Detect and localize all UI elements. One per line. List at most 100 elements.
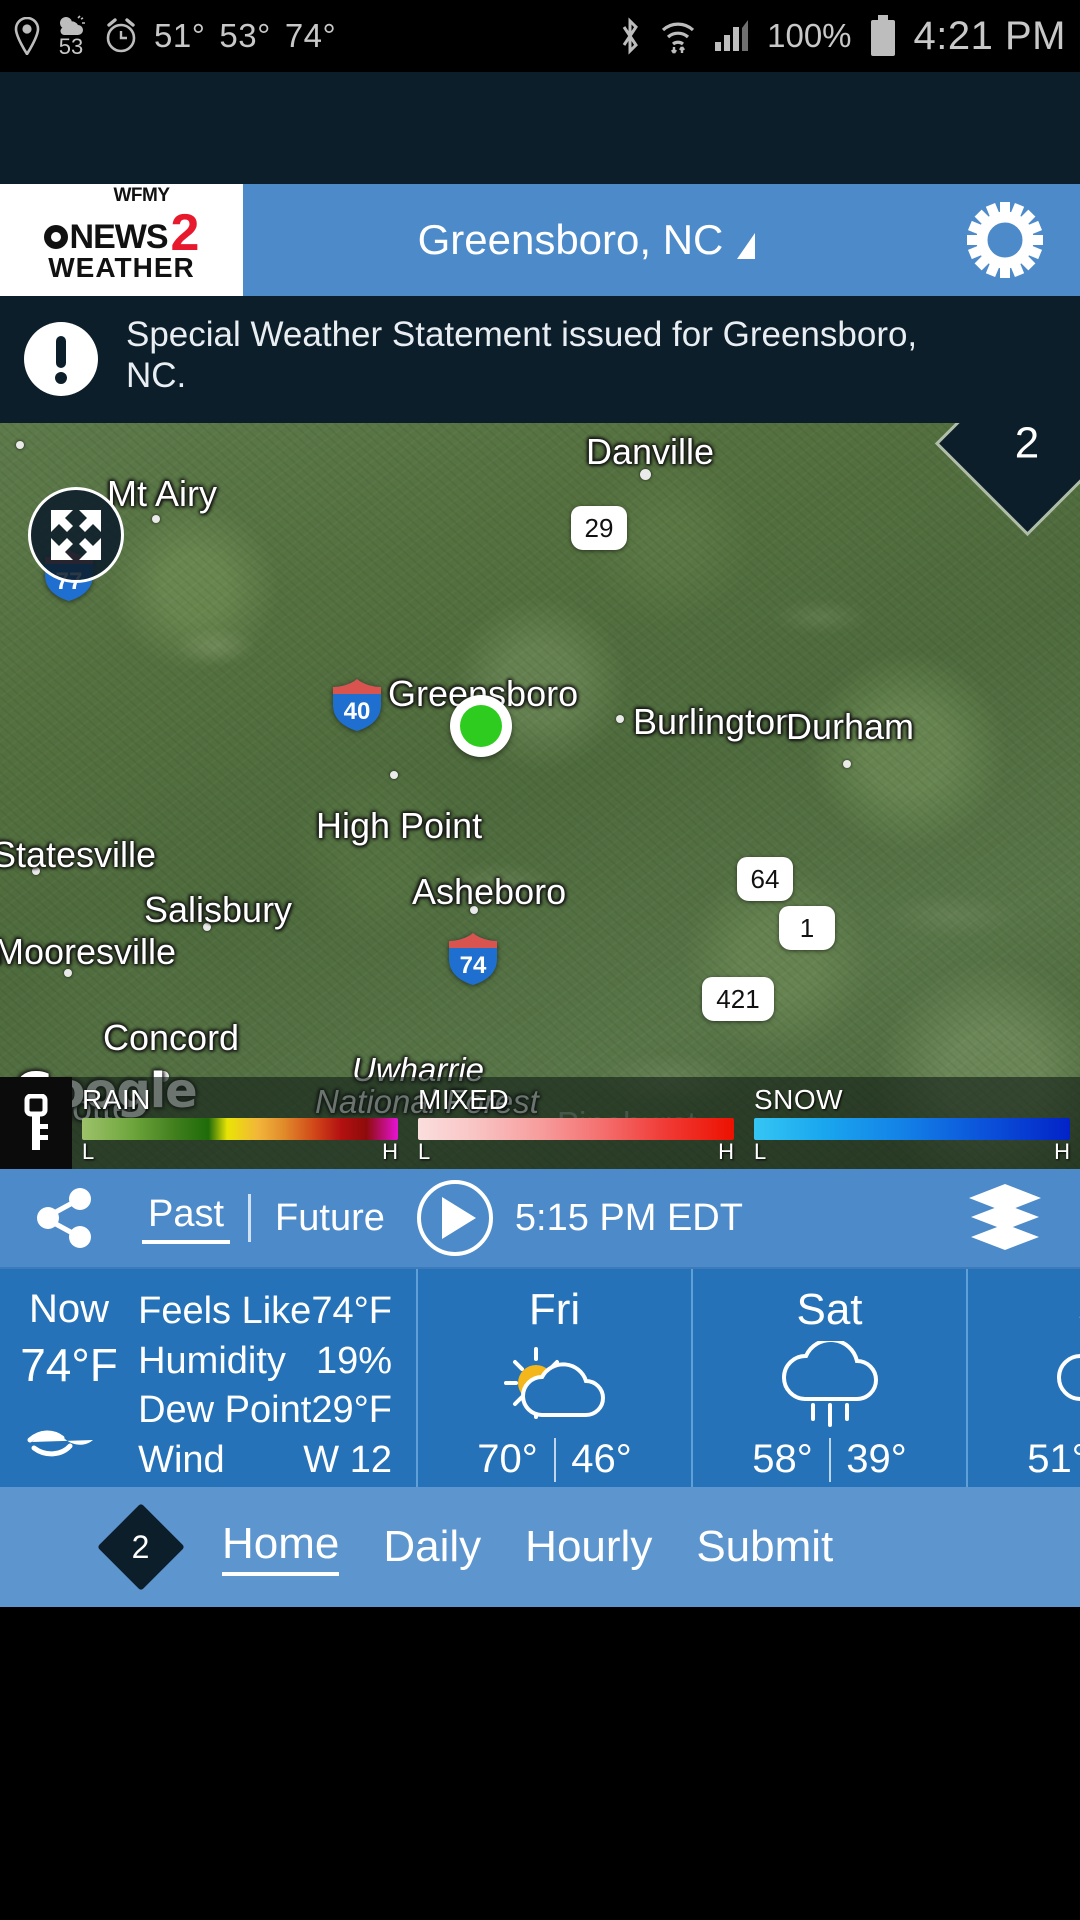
us-route-shield-29: 29 — [571, 506, 627, 550]
legend-scales: RAIN L H MIXED L H SNOW L H — [72, 1081, 1080, 1164]
radar-playback-bar: Past Future 5:15 PM EDT — [0, 1169, 1080, 1269]
nav-item-home[interactable]: Home — [222, 1519, 340, 1576]
map-city-dot — [16, 441, 24, 449]
app-header: WFMY NEWS 2 WEATHER Greensboro, NC — [0, 184, 1080, 296]
chevron-down-icon — [737, 233, 756, 259]
svg-text:74: 74 — [460, 952, 487, 979]
current-conditions-panel[interactable]: Now 74°F Feels Like 74°F Humidity 19% De… — [0, 1269, 1080, 1487]
app-screen: 53 51° 53° 74° 100% 4:21 PM WFMY NEWS 2 … — [0, 0, 1080, 1920]
gear-icon — [967, 202, 1043, 278]
now-label: Now — [29, 1287, 110, 1331]
detail-row: Feels Like 74°F — [138, 1287, 392, 1337]
detail-value: W 12 — [303, 1438, 392, 1481]
forecast-high: 70° — [477, 1437, 538, 1481]
forecast-day-card[interactable]: Fri 70° 46° — [418, 1269, 693, 1487]
nav-badge-value: 2 — [132, 1528, 150, 1565]
android-status-bar: 53 51° 53° 74° 100% 4:21 PM — [0, 0, 1080, 72]
battery-icon — [868, 14, 898, 58]
detail-value: 74°F — [311, 1290, 392, 1332]
forecast-day-card[interactable]: Su 51° — [968, 1269, 1080, 1487]
forecast-high: 51° — [1027, 1437, 1080, 1481]
detail-row: Humidity 19% — [138, 1337, 392, 1387]
alarm-clock-icon — [102, 17, 140, 55]
legend-label: RAIN — [82, 1084, 151, 1116]
legend-high: H — [1054, 1139, 1070, 1165]
map-city-label: Durham — [786, 706, 915, 747]
map-legend: RAIN L H MIXED L H SNOW L H — [0, 1077, 1080, 1169]
forecast-day-name: Sat — [796, 1285, 863, 1334]
cell-signal-icon — [713, 19, 751, 53]
wind-icon — [0, 1426, 138, 1460]
forecast-day-card[interactable]: Sat 58° 39° — [693, 1269, 968, 1487]
bottom-navigation: 2 Home Daily Hourly Submit — [0, 1487, 1080, 1607]
settings-button[interactable] — [930, 184, 1080, 296]
status-weather-temp: 53 — [58, 34, 84, 59]
forecast-temps: 51° — [1012, 1437, 1080, 1482]
detail-key: Wind — [138, 1438, 225, 1481]
nav-channel-badge[interactable]: 2 — [97, 1503, 185, 1591]
now-column: Now 74°F — [0, 1287, 138, 1460]
map-city-dot — [390, 771, 398, 779]
nav-item-hourly[interactable]: Hourly — [525, 1522, 652, 1572]
exclamation-icon — [22, 320, 100, 403]
legend-gradient-bar — [418, 1118, 734, 1141]
play-icon — [441, 1197, 476, 1239]
status-bar-left: 53 51° 53° 74° — [14, 15, 336, 59]
now-temperature: 74°F — [20, 1339, 118, 1391]
radar-map[interactable]: 2 Danville Mt Airy Greensboro Burlington… — [0, 423, 1080, 1169]
legend-low: L — [754, 1139, 767, 1165]
map-city-label: Salisbury — [144, 889, 293, 930]
map-city-label: Statesville — [0, 834, 157, 875]
forecast-low: 46° — [571, 1437, 632, 1481]
nav-item-submit[interactable]: Submit — [696, 1522, 833, 1572]
location-pin-icon — [14, 17, 40, 55]
map-city-label: Concord — [103, 1017, 240, 1058]
detail-value: 29°F — [311, 1389, 392, 1431]
play-button[interactable] — [416, 1180, 493, 1256]
legend-high: H — [382, 1139, 398, 1165]
location-label: Greensboro, NC — [417, 216, 724, 263]
forecast-high: 58° — [752, 1437, 813, 1481]
svg-text:40: 40 — [344, 698, 371, 725]
current-location-marker[interactable] — [450, 695, 512, 757]
alert-count-badge[interactable]: 2 — [939, 423, 1080, 532]
legend-key-button[interactable] — [0, 1077, 72, 1169]
forecast-strip[interactable]: Fri 70° 46° Sat 58° 39° 51° — [418, 1269, 1080, 1487]
logo-network-text: WFMY — [113, 184, 170, 206]
map-city-label: Burlington — [633, 701, 796, 742]
us-route-shield-421: 421 — [702, 977, 774, 1021]
tab-past[interactable]: Past — [142, 1193, 231, 1244]
radar-timestamp: 5:15 PM EDT — [514, 1196, 743, 1239]
share-button[interactable] — [0, 1187, 130, 1249]
layers-button[interactable] — [930, 1182, 1080, 1254]
legend-gradient-bar — [82, 1118, 398, 1141]
legend-low: L — [82, 1139, 95, 1165]
location-selector[interactable]: Greensboro, NC — [243, 184, 930, 296]
legend-low: L — [418, 1139, 431, 1165]
cbs-eye-icon — [43, 225, 68, 249]
us-route-shield-1: 1 — [779, 906, 835, 950]
map-city-dot — [843, 760, 851, 768]
status-clock: 4:21 PM — [913, 13, 1066, 58]
forecast-low: 39° — [846, 1437, 907, 1481]
bluetooth-icon — [617, 16, 643, 56]
legend-label: SNOW — [754, 1084, 844, 1116]
map-city-label: Danville — [586, 431, 715, 472]
nav-item-daily[interactable]: Daily — [383, 1522, 481, 1572]
expand-arrows-icon — [47, 506, 105, 564]
current-conditions: Now 74°F Feels Like 74°F Humidity 19% De… — [0, 1269, 418, 1487]
tab-future[interactable]: Future — [269, 1197, 391, 1240]
weather-alert-banner[interactable]: Special Weather Statement issued for Gre… — [0, 296, 1080, 423]
logo-news-text: NEWS — [69, 218, 169, 256]
interstate-shield-74: 74 — [446, 931, 500, 987]
map-city-dot — [616, 715, 624, 723]
wfmy-logo[interactable]: WFMY NEWS 2 WEATHER — [0, 184, 243, 296]
fullscreen-button[interactable] — [28, 487, 124, 583]
legend-scale-snow: SNOW L H — [754, 1081, 1070, 1164]
legend-scale-mixed: MIXED L H — [418, 1081, 734, 1164]
divider — [248, 1194, 252, 1242]
share-icon — [34, 1187, 96, 1249]
conditions-detail-list: Feels Like 74°F Humidity 19% Dew Point 2… — [138, 1287, 416, 1485]
layers-icon — [965, 1182, 1045, 1254]
logo-channel-number: 2 — [170, 203, 200, 262]
